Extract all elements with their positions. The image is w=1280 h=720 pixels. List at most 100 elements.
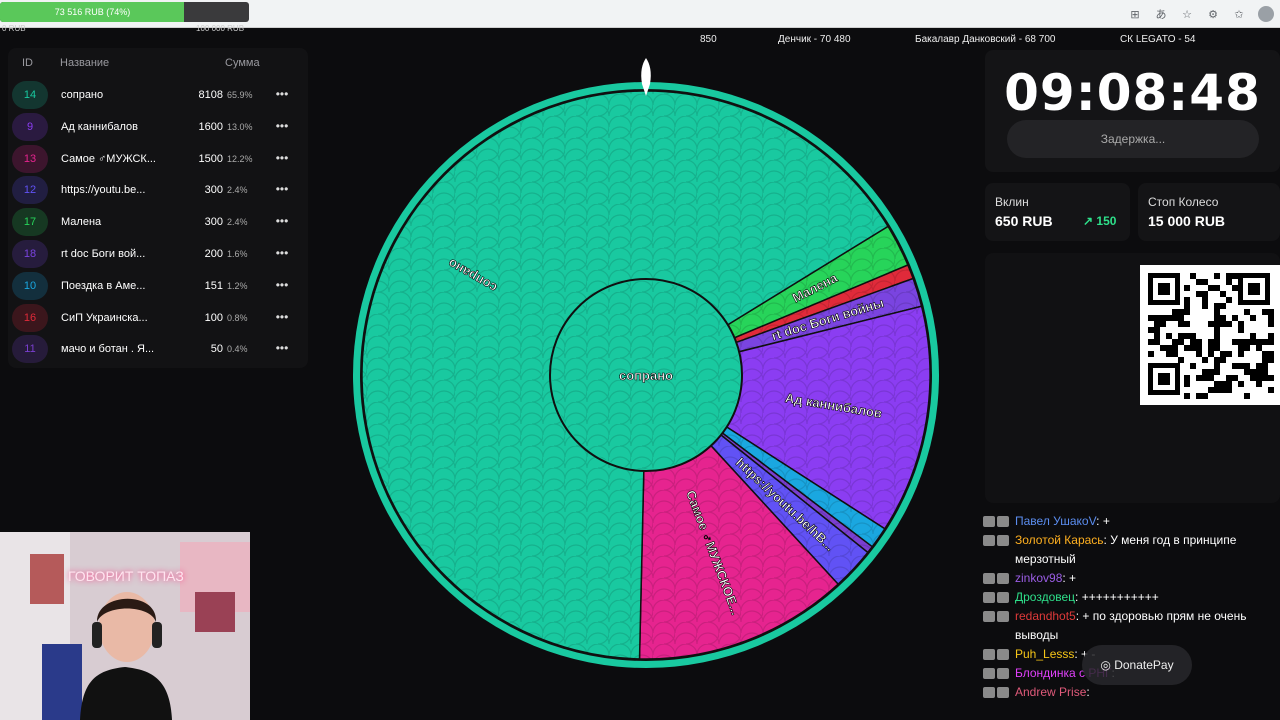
qr-code — [1140, 265, 1280, 405]
chat-username[interactable]: Дроздовец — [1015, 590, 1075, 604]
donatepay-label: DonatePay — [1114, 658, 1174, 672]
table-row[interactable]: 16 СиП Украинска... 100 0.8% ••• — [10, 303, 306, 332]
chat-username[interactable]: Золотой Карась — [1015, 533, 1104, 547]
chat-username[interactable]: redandhot5 — [1015, 609, 1076, 623]
ticker-item: 850 — [700, 34, 717, 45]
favorites-icon[interactable]: ✩ — [1232, 8, 1246, 21]
row-name: мачо и ботан . Я... — [61, 343, 155, 356]
timer-display: 09:08:48 — [1004, 64, 1261, 122]
delay-button[interactable]: Задержка... — [1007, 120, 1259, 158]
donor-ticker: 850 Денчик - 70 480 Бакалавр Данковский … — [540, 34, 1200, 48]
table-row[interactable]: 11 мачо и ботан . Я... 50 0.4% ••• — [10, 335, 306, 364]
row-name: Самое ♂МУЖСК... — [61, 152, 156, 165]
stop-wheel-label: Стоп Колесо — [1148, 195, 1219, 209]
translate-icon[interactable]: あ — [1154, 6, 1168, 22]
timer-card: 09:08:48 Задержка... — [985, 50, 1280, 172]
row-sum: 8108 — [198, 89, 223, 101]
row-percent: 13.0% — [227, 121, 253, 132]
row-sum: 151 — [204, 279, 223, 292]
table-row[interactable]: 9 Ад каннибалов 1600 13.0% ••• — [10, 112, 306, 141]
row-name: Ад каннибалов — [61, 120, 138, 133]
row-name: rt doc Боги вой... — [61, 248, 146, 260]
goal-max-label: 100 000 RUB — [196, 24, 245, 33]
row-percent: 65.9% — [227, 90, 253, 100]
ticker-item: СК LEGATO - 54 — [1120, 34, 1196, 45]
stop-wheel-card: Стоп Колесо 15 000 RUB — [1138, 183, 1280, 241]
row-name: Поездка в Аме... — [61, 279, 146, 292]
row-sum: 300 — [204, 184, 223, 197]
row-percent: 2.4% — [227, 217, 248, 228]
row-id-badge: 13 — [12, 144, 48, 173]
vklin-card: Вклин 650 RUB ↗ 150 — [985, 183, 1130, 241]
row-id-badge: 11 — [12, 335, 48, 364]
more-options-icon[interactable]: ••• — [274, 335, 290, 363]
more-options-icon[interactable]: ••• — [274, 113, 290, 141]
row-percent: 1.2% — [227, 280, 248, 291]
table-row[interactable]: 13 Самое ♂МУЖСК... 1500 12.2% ••• — [10, 144, 306, 173]
chat-username[interactable]: Puh_Lesss — [1015, 647, 1074, 661]
ticker-item: Денчик - 70 480 — [778, 34, 851, 45]
more-options-icon[interactable]: ••• — [274, 272, 290, 300]
extensions-icon[interactable]: ⚙ — [1206, 8, 1220, 21]
row-sum: 1500 — [198, 152, 223, 165]
fortune-wheel[interactable]: Маленаrt doc Боги войныАд каннибаловhttp… — [345, 50, 945, 675]
user-badges — [983, 611, 1013, 623]
chat-message: Павел УшакоV: + — [983, 512, 1273, 531]
chat-username[interactable]: zinkov98 — [1015, 571, 1062, 585]
chat-message: redandhot5: + по здоровью прям не очень … — [983, 607, 1273, 645]
table-row[interactable]: 18 rt doc Боги вой... 200 1.6% ••• — [10, 240, 306, 268]
vklin-trend: 150 — [1096, 214, 1117, 228]
chat-message: Золотой Карась: У меня год в принципе ме… — [983, 531, 1273, 569]
row-percent: 1.6% — [227, 249, 248, 259]
user-badges — [983, 573, 1013, 585]
row-name: https://youtu.be... — [61, 184, 146, 197]
user-badges — [983, 649, 1013, 661]
goal-min-label: 0 RUB — [2, 24, 26, 33]
row-sum: 50 — [210, 343, 223, 356]
col-id: ID — [22, 57, 33, 69]
row-name: Малена — [61, 216, 102, 229]
ticker-item: Бакалавр Данковский - 68 700 — [915, 34, 1056, 45]
table-row[interactable]: 14 сопрано 8108 65.9% ••• — [10, 81, 306, 109]
neon-sign: ГОВОРИТ ТОПАЗ — [68, 568, 184, 584]
wheel-center-label: сопрано — [619, 368, 673, 383]
more-options-icon[interactable]: ••• — [274, 81, 290, 109]
user-badges — [983, 687, 1013, 699]
table-row[interactable]: 12 https://youtu.be... 300 2.4% ••• — [10, 176, 306, 205]
chat-text: +++++++++++ — [1081, 590, 1159, 604]
chat-username[interactable]: Павел УшакоV — [1015, 514, 1096, 528]
chat-text: + — [1102, 514, 1110, 528]
more-options-icon[interactable]: ••• — [274, 304, 290, 332]
row-id-badge: 14 — [12, 81, 48, 109]
chat-username[interactable]: Andrew Prise — [1015, 685, 1086, 699]
row-sum: 1600 — [198, 120, 223, 133]
row-sum: 100 — [204, 311, 223, 324]
row-percent: 0.4% — [227, 344, 248, 355]
goal-range: 0 RUB 100 000 RUB — [0, 24, 260, 34]
more-options-icon[interactable]: ••• — [274, 145, 290, 173]
profile-avatar[interactable] — [1258, 6, 1274, 22]
chat-panel: Павел УшакоV: + Золотой Карась: У меня го… — [983, 512, 1273, 720]
row-name: СиП Украинска... — [61, 311, 148, 324]
user-badges — [983, 535, 1013, 547]
chat-text: + — [1069, 571, 1077, 585]
more-options-icon[interactable]: ••• — [274, 176, 290, 204]
more-options-icon[interactable]: ••• — [274, 208, 290, 236]
bookmark-star-icon[interactable]: ☆ — [1180, 8, 1194, 21]
more-options-icon[interactable]: ••• — [274, 240, 290, 268]
table-row[interactable]: 10 Поездка в Аме... 151 1.2% ••• — [10, 271, 306, 300]
row-sum: 200 — [204, 248, 223, 260]
row-id-badge: 18 — [12, 240, 48, 268]
stop-wheel-value: 15 000 RUB — [1148, 213, 1226, 229]
row-id-badge: 17 — [12, 208, 48, 237]
table-row[interactable]: 17 Малена 300 2.4% ••• — [10, 208, 306, 237]
chat-message: Andrew Prise: — [983, 683, 1273, 702]
lots-table: ID Название Сумма 14 сопрано 8108 65.9% ••• 9… — [8, 48, 308, 368]
apps-icon[interactable]: ⊞ — [1128, 8, 1142, 21]
donation-goal-label: 73 516 RUB (74%) — [54, 7, 131, 17]
webcam-overlay: ГОВОРИТ ТОПАЗ — [0, 532, 250, 720]
donatepay-icon: ◎ — [1100, 658, 1115, 672]
trend-up-icon: ↗ 150 — [1083, 214, 1117, 228]
row-percent: 2.4% — [227, 185, 248, 196]
row-id-badge: 12 — [12, 176, 48, 205]
